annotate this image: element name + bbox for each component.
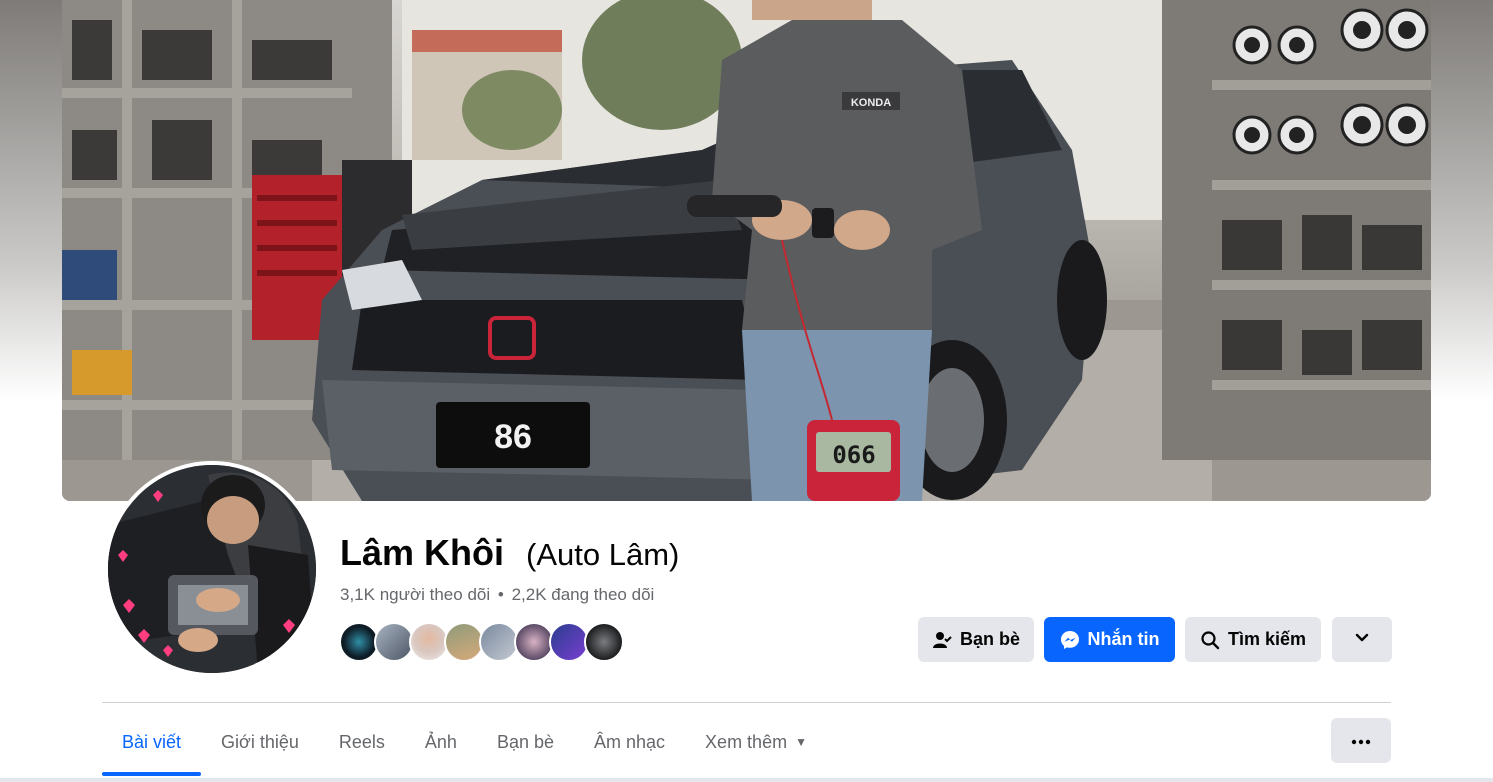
friend-avatar[interactable]: [479, 622, 519, 662]
cover-photo[interactable]: 86 KONDA 066: [62, 0, 1431, 501]
stats-separator: •: [497, 585, 504, 604]
tabs-more-options-button[interactable]: [1331, 718, 1391, 763]
friends-button-label: Bạn bè: [960, 629, 1021, 649]
shirt-logo-text: KONDA: [851, 97, 891, 109]
tab-reels[interactable]: Reels: [319, 712, 405, 772]
page-bottom-border: [0, 778, 1493, 782]
chevron-down-icon: [1354, 629, 1370, 650]
friend-avatar[interactable]: [374, 622, 414, 662]
multimeter-reading: 066: [832, 441, 875, 469]
friend-avatar[interactable]: [584, 622, 624, 662]
cover-illustration: 86 KONDA 066: [62, 0, 1431, 501]
message-button-label: Nhắn tin: [1087, 629, 1160, 649]
messenger-icon: [1060, 630, 1080, 650]
search-icon: [1200, 630, 1220, 650]
tab-photos[interactable]: Ảnh: [405, 712, 477, 772]
friends-button[interactable]: Bạn bè: [918, 617, 1034, 662]
search-button-label: Tìm kiếm: [1227, 629, 1307, 649]
profile-name: Lâm Khôi: [340, 532, 505, 573]
tab-music[interactable]: Âm nhạc: [574, 712, 685, 772]
friend-check-icon: [932, 630, 952, 650]
tab-see-more[interactable]: Xem thêm ▼: [685, 712, 827, 772]
search-button[interactable]: Tìm kiếm: [1185, 617, 1321, 662]
follow-stats: 3,1K người theo dõi • 2,2K đang theo dõi: [340, 585, 654, 605]
profile-picture[interactable]: [104, 461, 320, 677]
profile-photo-illustration: [108, 465, 316, 673]
header-divider: [102, 702, 1391, 703]
mutual-friends-avatars: [339, 622, 624, 662]
tab-music-label: Âm nhạc: [594, 731, 666, 752]
tab-posts-label: Bài viết: [122, 731, 182, 752]
caret-down-icon: ▼: [795, 735, 807, 749]
ellipsis-icon: [1351, 732, 1371, 750]
friend-avatar[interactable]: [409, 622, 449, 662]
tab-friends-label: Bạn bè: [496, 731, 554, 752]
profile-actions: Bạn bè Nhắn tin Tìm kiếm: [918, 617, 1392, 662]
tab-about[interactable]: Giới thiệu: [201, 712, 319, 772]
followers-count[interactable]: 3,1K người theo dõi: [340, 585, 490, 604]
more-options-button[interactable]: [1332, 617, 1392, 662]
message-button[interactable]: Nhắn tin: [1044, 617, 1175, 662]
license-plate-text: 86: [494, 418, 532, 456]
profile-alternate-name: (Auto Lâm): [526, 537, 680, 572]
tab-about-label: Giới thiệu: [221, 731, 299, 752]
tab-photos-label: Ảnh: [424, 731, 457, 752]
following-count[interactable]: 2,2K đang theo dõi: [512, 585, 655, 604]
friend-avatar[interactable]: [444, 622, 484, 662]
friend-avatar[interactable]: [549, 622, 589, 662]
friend-avatar[interactable]: [339, 622, 379, 662]
profile-name-row: Lâm Khôi (Auto Lâm): [340, 532, 679, 574]
tab-friends[interactable]: Bạn bè: [477, 712, 574, 772]
tab-reels-label: Reels: [338, 731, 385, 752]
tab-see-more-label: Xem thêm: [705, 731, 788, 752]
tab-posts[interactable]: Bài viết: [102, 712, 202, 776]
profile-tabs: Bài viết Giới thiệu Reels Ảnh Bạn bè Âm …: [102, 712, 827, 778]
friend-avatar[interactable]: [514, 622, 554, 662]
